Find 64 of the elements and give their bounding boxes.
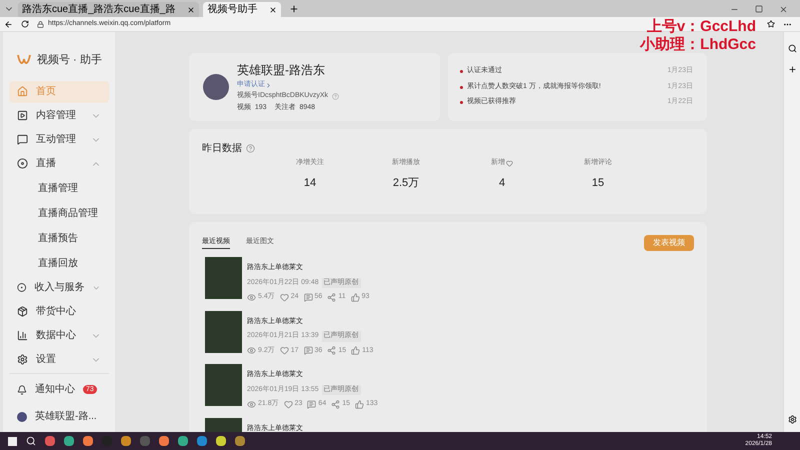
browser-tab[interactable]: 视频号助手 — [203, 2, 282, 17]
sidebar-subitem[interactable]: 直播预告 — [9, 226, 109, 250]
sidebar-item[interactable]: 收入与服务 — [9, 276, 109, 298]
close-icon[interactable] — [187, 6, 196, 14]
overlay-caption: 小助理：LhdGcc — [640, 36, 756, 54]
eye-icon — [247, 400, 256, 409]
sidebar-item[interactable]: 直播 — [9, 152, 109, 174]
bell-icon — [17, 384, 27, 394]
close-icon[interactable] — [779, 5, 788, 14]
eye-icon — [247, 292, 256, 302]
browser-tab[interactable]: 路浩东cue直播_路浩东cue直播_路 — [18, 2, 200, 17]
video-thumbnail[interactable] — [205, 310, 242, 352]
comment-icon — [304, 292, 313, 302]
settings-icon — [17, 354, 28, 365]
back-icon[interactable] — [4, 20, 13, 28]
thumbs-up-icon — [355, 400, 364, 409]
plus-icon[interactable] — [788, 65, 796, 74]
tab-title: 路浩东cue直播_路浩东cue直播_路 — [22, 4, 176, 14]
sidebar-item[interactable]: 带货中心 — [9, 300, 109, 322]
star-icon[interactable] — [767, 20, 775, 28]
metric-value: 2.5万 — [392, 176, 420, 190]
new-tab-icon[interactable] — [289, 4, 300, 14]
sidebar-item[interactable]: 数据中心 — [9, 324, 109, 346]
section-title: 昨日数据 — [202, 142, 242, 156]
avatar — [17, 412, 27, 422]
sidebar-item[interactable]: 互动管理 — [9, 128, 109, 150]
chevron-icon — [265, 82, 272, 88]
close-icon[interactable] — [269, 6, 278, 14]
sidebar-subitem[interactable]: 直播商品管理 — [9, 202, 109, 224]
home-icon — [17, 86, 28, 97]
heart-icon — [280, 292, 289, 302]
restore-icon[interactable] — [755, 5, 763, 13]
video-thumbnail[interactable] — [205, 257, 242, 299]
logo-icon — [17, 54, 31, 66]
metric-value: 14 — [304, 176, 316, 190]
metric-value: 4 — [498, 176, 506, 190]
share-icon — [331, 400, 340, 409]
settings-icon[interactable] — [788, 415, 796, 424]
search-icon[interactable] — [788, 44, 796, 53]
overlay-caption: 上号v：GccLhd — [646, 18, 756, 36]
share-icon — [327, 292, 336, 302]
share-icon — [327, 346, 336, 356]
heart-icon — [284, 400, 293, 409]
lock-icon — [37, 20, 44, 28]
video-thumbnail[interactable] — [205, 364, 242, 406]
brand-name: 视频号 · 助手 — [37, 53, 102, 68]
thumbs-up-icon — [351, 346, 360, 356]
sidebar-item[interactable]: 内容管理 — [9, 104, 109, 126]
thumbs-up-icon — [350, 292, 360, 302]
sidebar-item[interactable]: 设置 — [9, 348, 109, 370]
account-menu[interactable]: 英雄联盟-路... — [9, 409, 109, 424]
comment-icon — [304, 346, 313, 356]
metric-value: 15 — [592, 176, 604, 190]
account-name: 英雄联盟-路浩东 — [237, 62, 326, 79]
start-icon[interactable] — [8, 436, 17, 446]
avatar — [203, 74, 229, 100]
heart-icon — [280, 346, 289, 356]
comment-icon — [307, 400, 316, 409]
eye-icon — [247, 346, 256, 356]
sidebar-subitem[interactable]: 直播管理 — [9, 176, 109, 200]
refresh-icon[interactable] — [21, 20, 29, 28]
sidebar-subitem[interactable]: 直播回放 — [9, 252, 109, 274]
heart-icon — [506, 160, 513, 167]
tab-title: 视频号助手 — [207, 4, 258, 14]
